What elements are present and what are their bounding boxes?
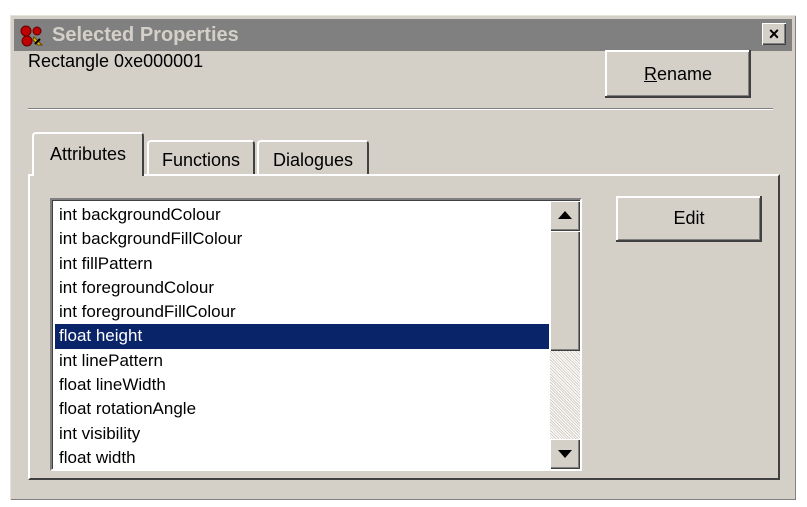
list-item[interactable]: float width (55, 446, 549, 469)
list-item[interactable]: int visibility (55, 422, 549, 446)
arrow-down-icon (558, 450, 572, 458)
close-icon: × (768, 24, 780, 44)
tab-attributes[interactable]: Attributes (32, 132, 144, 176)
list-item[interactable]: int foregroundColour (55, 276, 549, 300)
attributes-list: int backgroundColour int backgroundFillCo… (55, 203, 549, 469)
rename-button[interactable]: Rename (605, 50, 751, 98)
tab-functions[interactable]: Functions (147, 140, 255, 176)
tab-dialogues[interactable]: Dialogues (257, 140, 369, 176)
separator-line (28, 108, 773, 110)
list-item[interactable]: float height (55, 324, 549, 349)
window-title: Selected Properties (52, 24, 239, 46)
list-item[interactable]: int fillPattern (55, 252, 549, 276)
arrow-up-icon (558, 211, 572, 219)
scroll-down-button[interactable] (550, 439, 580, 469)
list-item[interactable]: int foregroundFillColour (55, 300, 549, 324)
list-item[interactable]: float rotationAngle (55, 397, 549, 421)
list-item[interactable]: int backgroundColour (55, 203, 549, 227)
scroll-up-button[interactable] (550, 201, 580, 231)
rename-label-rest: ename (656, 64, 713, 84)
shapes-icon (20, 25, 44, 47)
listbox-frame: int backgroundColour int backgroundFillCo… (52, 200, 580, 469)
rename-mnemonic: R (643, 64, 657, 84)
scroll-thumb[interactable] (550, 231, 580, 351)
list-item[interactable]: int linePattern (55, 349, 549, 373)
vertical-scrollbar[interactable] (550, 201, 580, 469)
title-bar[interactable]: Selected Properties × (14, 19, 792, 51)
object-name-label: Rectangle 0xe000001 (28, 51, 204, 71)
close-button[interactable]: × (762, 23, 786, 45)
edit-button[interactable]: Edit (616, 196, 762, 242)
attributes-listbox[interactable]: int backgroundColour int backgroundFillCo… (50, 198, 582, 471)
list-item[interactable]: int backgroundFillColour (55, 227, 549, 251)
list-item[interactable]: float lineWidth (55, 373, 549, 397)
